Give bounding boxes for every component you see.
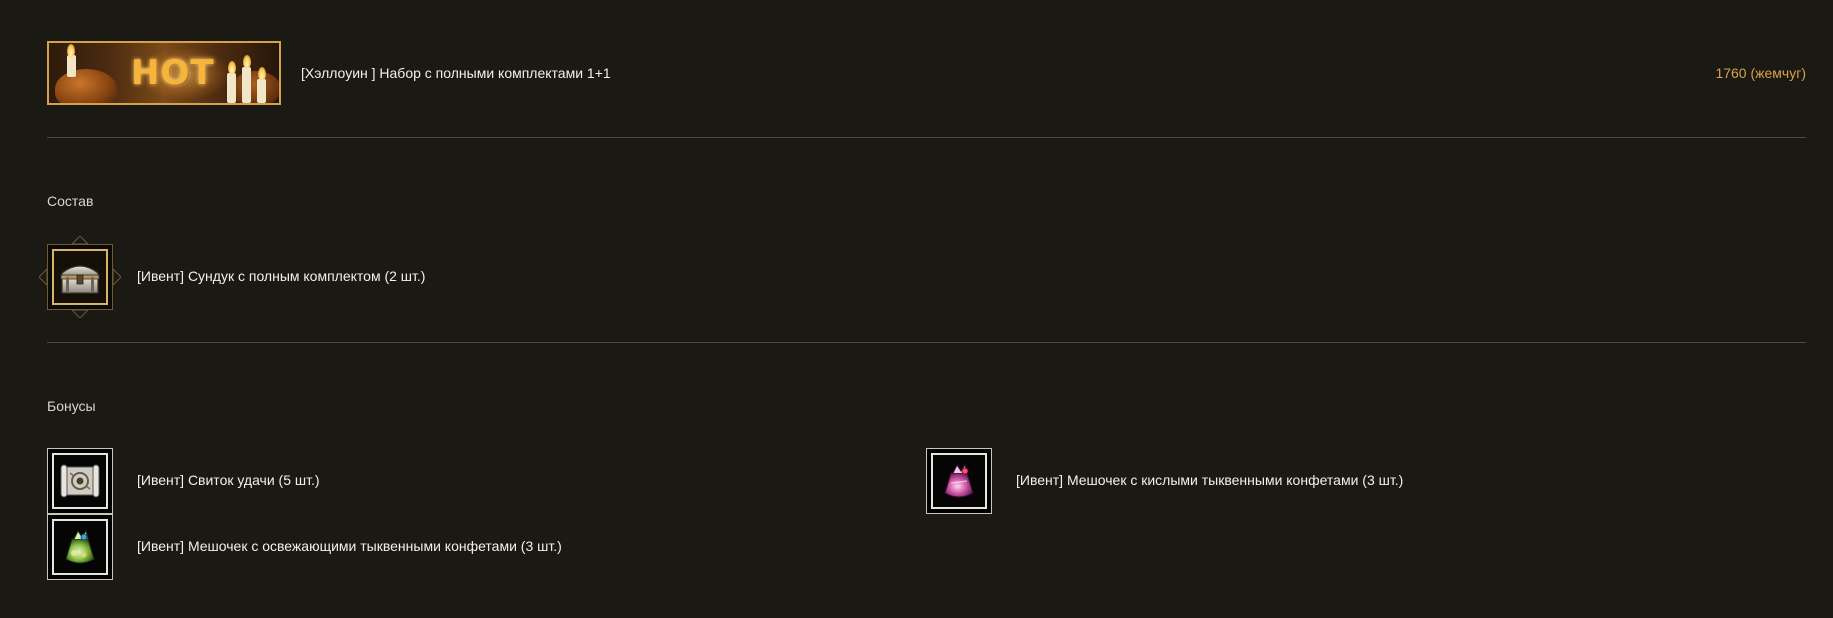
candle-icon: [67, 55, 76, 77]
green-candy-bag-icon: [65, 529, 95, 564]
divider: [47, 137, 1806, 138]
item-slot[interactable]: [47, 514, 113, 580]
package-title: [Хэллоуин ] Набор с полными комплектами …: [301, 65, 611, 81]
scroll-icon: [60, 464, 100, 498]
item-slot[interactable]: [47, 448, 113, 514]
divider: [47, 342, 1806, 343]
section-title-bonuses: Бонусы: [47, 398, 96, 414]
hot-banner: HOT: [47, 41, 281, 105]
chest-icon: [60, 265, 100, 294]
pumpkin-icon: [55, 69, 117, 103]
candle-icon: [227, 73, 236, 103]
bonus-item[interactable]: [Ивент] Мешочек с освежающими тыквенными…: [47, 514, 747, 580]
item-slot[interactable]: [47, 244, 113, 310]
pumpkin-icon: [231, 71, 279, 103]
item-slot[interactable]: [926, 448, 992, 514]
package-header: HOT [Хэллоуин ] Набор с полными комплект…: [47, 41, 1806, 105]
item-label: [Ивент] Мешочек с кислыми тыквенными кон…: [1016, 472, 1404, 488]
pink-candy-bag-icon: [944, 463, 974, 498]
candle-icon: [257, 79, 266, 103]
item-label: [Ивент] Свиток удачи (5 шт.): [137, 472, 320, 488]
composition-item[interactable]: [Ивент] Сундук с полным комплектом (2 шт…: [39, 236, 547, 318]
package-price: 1760 (жемчуг): [1715, 65, 1806, 81]
package-detail: HOT [Хэллоуин ] Набор с полными комплект…: [0, 0, 1833, 618]
bonus-item[interactable]: [Ивент] Свиток удачи (5 шт.): [47, 448, 647, 514]
item-label: [Ивент] Сундук с полным комплектом (2 шт…: [137, 268, 426, 284]
item-label: [Ивент] Мешочек с освежающими тыквенными…: [137, 538, 562, 554]
candle-icon: [242, 67, 251, 103]
section-title-composition: Состав: [47, 193, 94, 209]
banner-text: HOT: [131, 53, 215, 93]
bonus-item[interactable]: [Ивент] Мешочек с кислыми тыквенными кон…: [926, 448, 1526, 514]
